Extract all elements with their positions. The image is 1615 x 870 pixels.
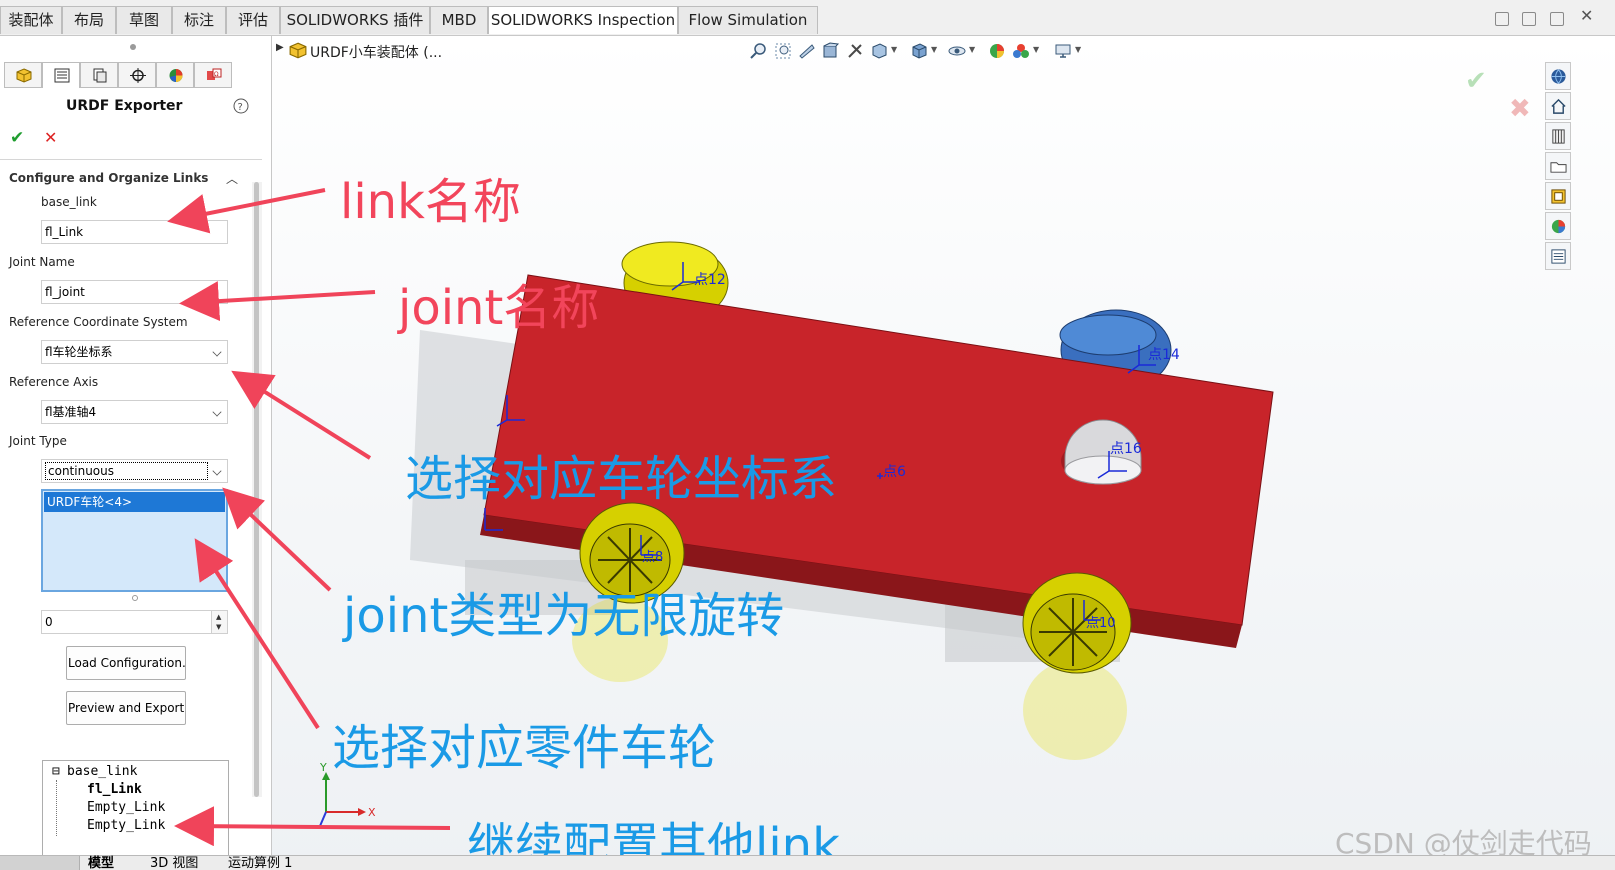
annotation-joint-name: joint名称	[398, 280, 600, 336]
tab-scroll-arrows[interactable]	[0, 856, 80, 870]
tab-3d-views[interactable]: 3D 视图	[150, 857, 198, 870]
annotation-select-part: 选择对应零件车轮	[332, 720, 717, 776]
arrow-component	[194, 538, 320, 730]
arrow-tree	[174, 806, 451, 847]
bottom-view-tabs: 模型 3D 视图 运动算例 1	[0, 855, 1615, 870]
tab-motion-study[interactable]: 运动算例 1	[228, 857, 292, 870]
annotation-link-name: link名称	[340, 174, 521, 230]
arrow-joint-name	[179, 281, 376, 322]
annotation-select-coord: 选择对应车轮坐标系	[405, 451, 838, 507]
solidworks-window: 装配体 布局 草图 标注 评估 SOLIDWORKS 插件 MBD SOLIDW…	[0, 0, 1615, 870]
arrow-joint-type	[222, 487, 332, 592]
arrow-coord-system	[231, 370, 372, 460]
arrow-link-name	[167, 188, 326, 234]
annotation-arrows	[167, 188, 451, 847]
tab-model[interactable]: 模型	[88, 857, 114, 870]
annotation-joint-type: joint类型为无限旋转	[343, 588, 785, 644]
